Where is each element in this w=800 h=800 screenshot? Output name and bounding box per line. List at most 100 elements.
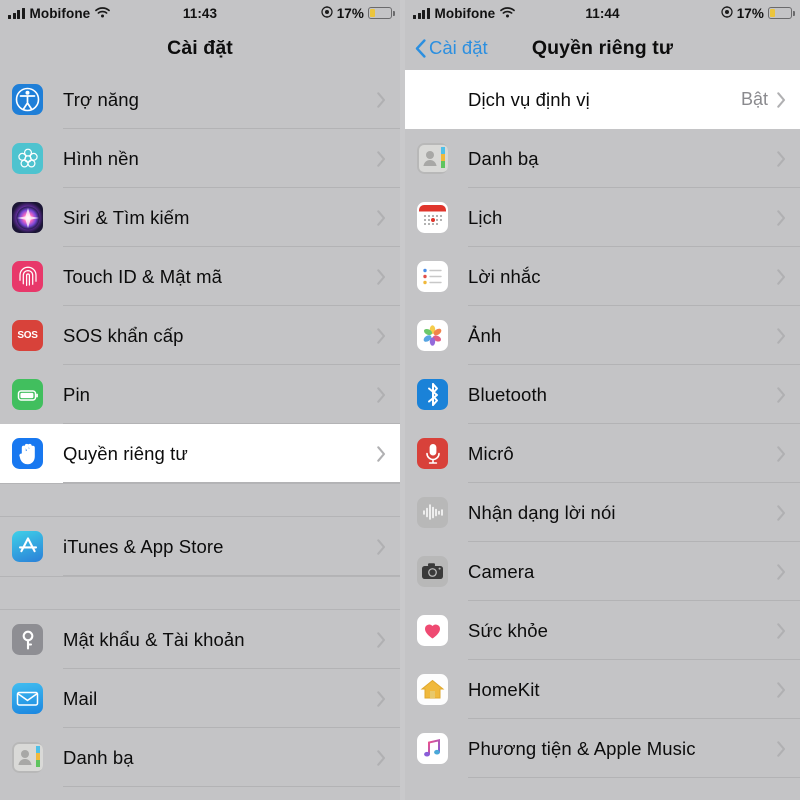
list-item-label: Ảnh: [468, 324, 502, 346]
back-button-label: Cài đặt: [429, 37, 488, 58]
list-item-accessory: [377, 327, 400, 344]
location-services-status-icon: [721, 5, 733, 21]
chevron-right-icon: [377, 690, 386, 707]
cellular-signal-icon: [413, 7, 430, 19]
list-item-accessory: [377, 209, 400, 226]
list-item-label: Dịch vụ định vị: [468, 88, 590, 110]
microphone-icon: [417, 438, 448, 469]
list-item[interactable]: Trợ năng: [0, 70, 400, 129]
list-item[interactable]: Quyền riêng tư: [0, 424, 400, 483]
chevron-right-icon: [777, 622, 786, 639]
home-icon: [417, 674, 448, 705]
row-separator: [63, 575, 400, 576]
chevron-left-icon: [415, 38, 426, 58]
list-item[interactable]: Danh bạ: [0, 728, 400, 787]
list-item-label: Siri & Tìm kiếm: [63, 206, 190, 228]
bluetooth-icon: [417, 379, 448, 410]
battery-icon: [768, 7, 795, 19]
back-button[interactable]: Cài đặt: [415, 37, 488, 59]
chevron-right-icon: [377, 386, 386, 403]
heart-health-icon: [417, 615, 448, 646]
cellular-signal-icon: [8, 7, 25, 19]
list-item[interactable]: Touch ID & Mật mã: [0, 247, 400, 306]
list-item-label: Nhận dạng lời nói: [468, 501, 616, 523]
wallpaper-icon: [12, 143, 43, 174]
dual-screenshot-container: Mobifone 11:43 17% Cài đặt Trợ năng Hình …: [0, 0, 800, 800]
chevron-right-icon: [377, 209, 386, 226]
chevron-right-icon: [777, 445, 786, 462]
list-item-accessory: [777, 622, 800, 639]
list-item[interactable]: Lịch: [405, 188, 800, 247]
list-item[interactable]: Nhận dạng lời nói: [405, 483, 800, 542]
list-item-label: Micrô: [468, 442, 514, 464]
list-item[interactable]: Lời nhắc: [405, 247, 800, 306]
list-item[interactable]: Camera: [405, 542, 800, 601]
sos-icon: SOS: [12, 320, 43, 351]
chevron-right-icon: [377, 749, 386, 766]
battery-icon: [12, 379, 43, 410]
key-icon: [12, 624, 43, 655]
list-item-accessory: [377, 386, 400, 403]
list-item[interactable]: Bluetooth: [405, 365, 800, 424]
wifi-icon: [500, 6, 516, 21]
list-item[interactable]: Dịch vụ định vị Bật: [405, 70, 800, 129]
chevron-right-icon: [377, 445, 386, 462]
list-item[interactable]: Micrô: [405, 424, 800, 483]
list-item[interactable]: Ảnh: [405, 306, 800, 365]
privacy-list: Dịch vụ định vị Bật Danh bạ Lịch Lời nhắc Ảnh…: [405, 70, 800, 778]
carrier-label: Mobifone: [434, 5, 496, 21]
list-item-label: Mật khẩu & Tài khoản: [63, 628, 245, 650]
chevron-right-icon: [777, 91, 786, 108]
list-item-label: Phương tiện & Apple Music: [468, 737, 696, 759]
accessibility-icon: [12, 84, 43, 115]
siri-icon: [12, 202, 43, 233]
list-item-accessory: [777, 150, 800, 167]
list-item[interactable]: Mail: [0, 669, 400, 728]
clock-label: 11:44: [585, 5, 620, 21]
list-item-label: Hình nền: [63, 147, 139, 169]
right-nav-bar: Cài đặt Quyền riêng tư: [405, 26, 800, 70]
group-gap: [0, 483, 400, 517]
list-item-label: Pin: [63, 383, 91, 405]
chevron-right-icon: [777, 504, 786, 521]
list-item[interactable]: SOS SOS khẩn cấp: [0, 306, 400, 365]
chevron-right-icon: [377, 150, 386, 167]
list-item[interactable]: iTunes & App Store: [0, 517, 400, 576]
list-item-accessory: [777, 681, 800, 698]
list-item[interactable]: Danh bạ: [405, 129, 800, 188]
list-item-accessory: [377, 749, 400, 766]
list-item-label: Sức khỏe: [468, 619, 549, 641]
list-item-accessory: [377, 150, 400, 167]
photos-icon: [417, 320, 448, 351]
list-item[interactable]: Siri & Tìm kiếm: [0, 188, 400, 247]
app-store-icon: [12, 531, 43, 562]
clock-label: 11:43: [182, 5, 218, 21]
chevron-right-icon: [777, 681, 786, 698]
list-item[interactable]: Sức khỏe: [405, 601, 800, 660]
chevron-right-icon: [377, 538, 386, 555]
list-item[interactable]: Pin: [0, 365, 400, 424]
list-item-label: Lịch: [468, 206, 503, 228]
list-item-label: iTunes & App Store: [63, 535, 224, 557]
list-item-accessory: [777, 563, 800, 580]
list-item-accessory: [377, 91, 400, 108]
battery-percent-label: 17%: [336, 5, 365, 21]
music-note-icon: [417, 733, 448, 764]
list-item-value: Bật: [740, 89, 768, 109]
reminders-icon: [417, 261, 448, 292]
carrier-label: Mobifone: [29, 5, 91, 21]
calendar-icon: [417, 202, 448, 233]
list-item-accessory: [377, 268, 400, 285]
camera-icon: [417, 556, 448, 587]
mail-envelope-icon: [12, 683, 43, 714]
list-item[interactable]: Hình nền: [0, 129, 400, 188]
list-item[interactable]: Phương tiện & Apple Music: [405, 719, 800, 778]
list-item-label: Mail: [63, 687, 98, 709]
list-item[interactable]: HomeKit: [405, 660, 800, 719]
list-item[interactable]: Mật khẩu & Tài khoản: [0, 610, 400, 669]
list-item-label: Lời nhắc: [468, 265, 541, 287]
chevron-right-icon: [777, 150, 786, 167]
fingerprint-icon: [12, 261, 43, 292]
speech-waveform-icon: [417, 497, 448, 528]
chevron-right-icon: [777, 209, 786, 226]
